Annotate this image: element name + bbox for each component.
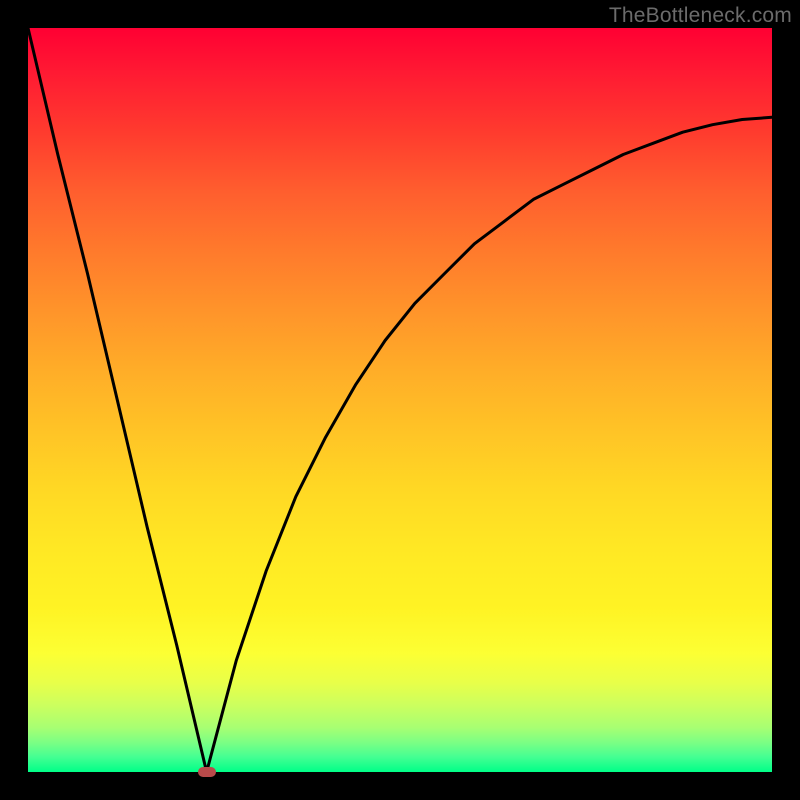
watermark-text: TheBottleneck.com xyxy=(609,4,792,28)
plot-area xyxy=(28,28,772,772)
optimal-marker xyxy=(198,767,216,777)
bottleneck-curve xyxy=(28,28,772,772)
chart-frame: TheBottleneck.com xyxy=(0,0,800,800)
